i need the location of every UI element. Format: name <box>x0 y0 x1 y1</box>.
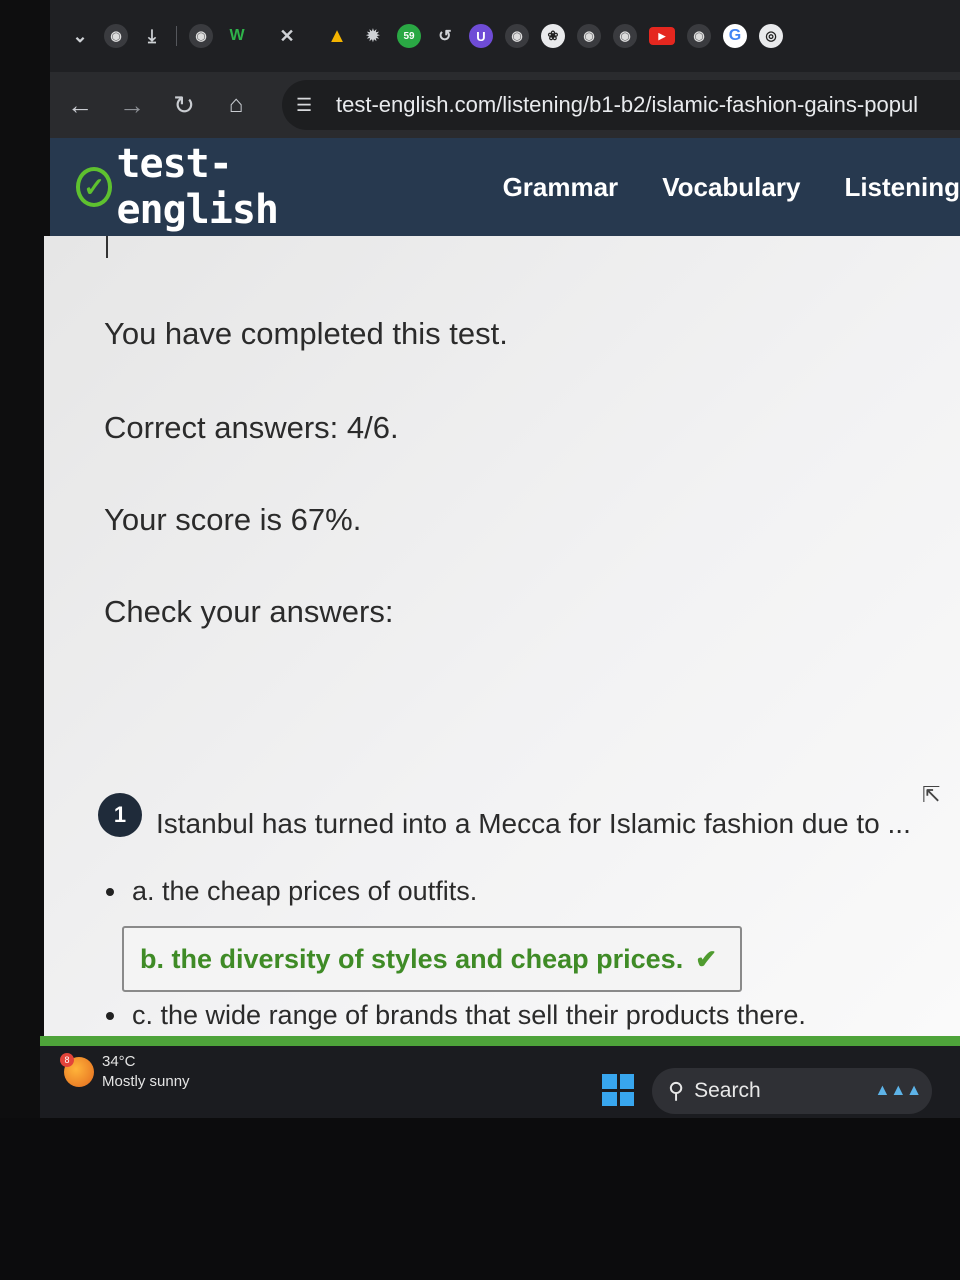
chrome-icon[interactable]: ◎ <box>759 24 783 48</box>
gear-icon[interactable]: ✹ <box>361 24 385 48</box>
close-icon[interactable]: ✕ <box>275 24 299 48</box>
main-nav: Grammar Vocabulary Listening <box>503 172 960 203</box>
google-icon[interactable]: G <box>723 24 747 48</box>
search-label: Search <box>694 1079 761 1102</box>
bullet-icon <box>106 887 114 896</box>
site-info-icon[interactable]: ☰ <box>296 95 336 116</box>
question-number-badge: 1 <box>98 793 142 837</box>
address-bar-row: ← → ↻ ⌂ ☰ test-english.com/listening/b1-… <box>50 72 960 138</box>
site-header: ✓ test-english Grammar Vocabulary Listen… <box>50 138 960 236</box>
page-footer-strip <box>40 1036 960 1046</box>
windows-start-icon[interactable] <box>602 1074 634 1106</box>
question-text: Istanbul has turned into a Mecca for Isl… <box>156 808 911 839</box>
option-a-text: a. the cheap prices of outfits. <box>132 876 478 906</box>
check-answers-heading: Check your answers: <box>104 594 394 629</box>
completed-message: You have completed this test. <box>104 316 508 351</box>
option-b-correct[interactable]: b. the diversity of styles and cheap pri… <box>122 926 742 992</box>
globe-icon[interactable]: ◉ <box>505 24 529 48</box>
nav-listening[interactable]: Listening <box>844 172 960 203</box>
weather-desc: Mostly sunny <box>102 1073 190 1090</box>
site-logo[interactable]: ✓ test-english <box>76 141 363 233</box>
forward-icon[interactable]: → <box>110 83 154 127</box>
reload-icon[interactable]: ↻ <box>162 83 206 127</box>
question-1: 1 Istanbul has turned into a Mecca for I… <box>98 790 911 840</box>
text-caret <box>106 236 108 258</box>
whatsapp-icon[interactable]: 59 <box>397 24 421 48</box>
globe-icon[interactable]: ◉ <box>189 24 213 48</box>
chatgpt-icon[interactable]: ❀ <box>541 24 565 48</box>
back-icon[interactable]: ← <box>58 83 102 127</box>
globe-icon[interactable]: ◉ <box>687 24 711 48</box>
logo-text: test-english <box>116 141 279 233</box>
taskbar-search[interactable]: ⚲ Search ▲▲▲ <box>652 1068 932 1114</box>
extension-icon[interactable]: U <box>469 24 493 48</box>
bullet-icon <box>106 1011 114 1020</box>
url-text: test-english.com/listening/b1-b2/islamic… <box>336 92 919 117</box>
weather-widget[interactable]: 8 34°C Mostly sunny <box>60 1052 190 1092</box>
weather-temp: 34°C <box>102 1053 136 1070</box>
download-icon[interactable]: ⤓ <box>140 24 164 48</box>
globe-icon[interactable]: ◉ <box>577 24 601 48</box>
chevron-down-icon[interactable]: ⌄ <box>68 24 92 48</box>
sun-icon: 8 <box>60 1053 94 1087</box>
option-a[interactable]: a. the cheap prices of outfits. <box>106 876 477 907</box>
option-c[interactable]: c. the wide range of brands that sell th… <box>106 1000 806 1031</box>
drive-icon[interactable]: ▲ <box>325 24 349 48</box>
url-field[interactable]: ☰ test-english.com/listening/b1-b2/islam… <box>282 80 960 130</box>
score-text: Your score is 67%. <box>104 502 362 537</box>
weather-text: 34°C Mostly sunny <box>102 1052 190 1092</box>
link-icon[interactable]: ↺ <box>433 24 457 48</box>
option-c-text: c. the wide range of brands that sell th… <box>132 1000 806 1030</box>
globe-icon[interactable]: ◉ <box>613 24 637 48</box>
mouse-cursor-icon: ⇱ <box>922 782 941 807</box>
test-results-panel: You have completed this test. Correct an… <box>44 236 960 1042</box>
windows-taskbar: 8 34°C Mostly sunny ⚲ Search ▲▲▲ <box>40 1046 960 1118</box>
monitor-bezel <box>0 1118 960 1280</box>
nav-grammar[interactable]: Grammar <box>503 172 619 203</box>
home-icon[interactable]: ⌂ <box>214 83 258 127</box>
option-b-text: b. the diversity of styles and cheap pri… <box>140 943 684 974</box>
w-icon[interactable]: W <box>225 24 249 48</box>
youtube-icon[interactable]: ▶ <box>649 27 675 45</box>
browser-tab-strip: ⌄ ◉ ⤓ ◉ W ✕ ▲ ✹ 59 ↺ U ◉ ❀ ◉ ◉ ▶ ◉ G ◎ <box>50 0 960 72</box>
checkmark-icon: ✔ <box>695 943 717 974</box>
search-highlight-icon: ▲▲▲ <box>874 1082 922 1099</box>
nav-vocabulary[interactable]: Vocabulary <box>662 172 800 203</box>
check-circle-icon: ✓ <box>76 167 113 207</box>
tab-divider <box>176 26 177 46</box>
search-icon: ⚲ <box>668 1078 685 1103</box>
correct-answers: Correct answers: 4/6. <box>104 410 399 445</box>
globe-icon[interactable]: ◉ <box>104 24 128 48</box>
notification-badge: 8 <box>60 1053 74 1067</box>
